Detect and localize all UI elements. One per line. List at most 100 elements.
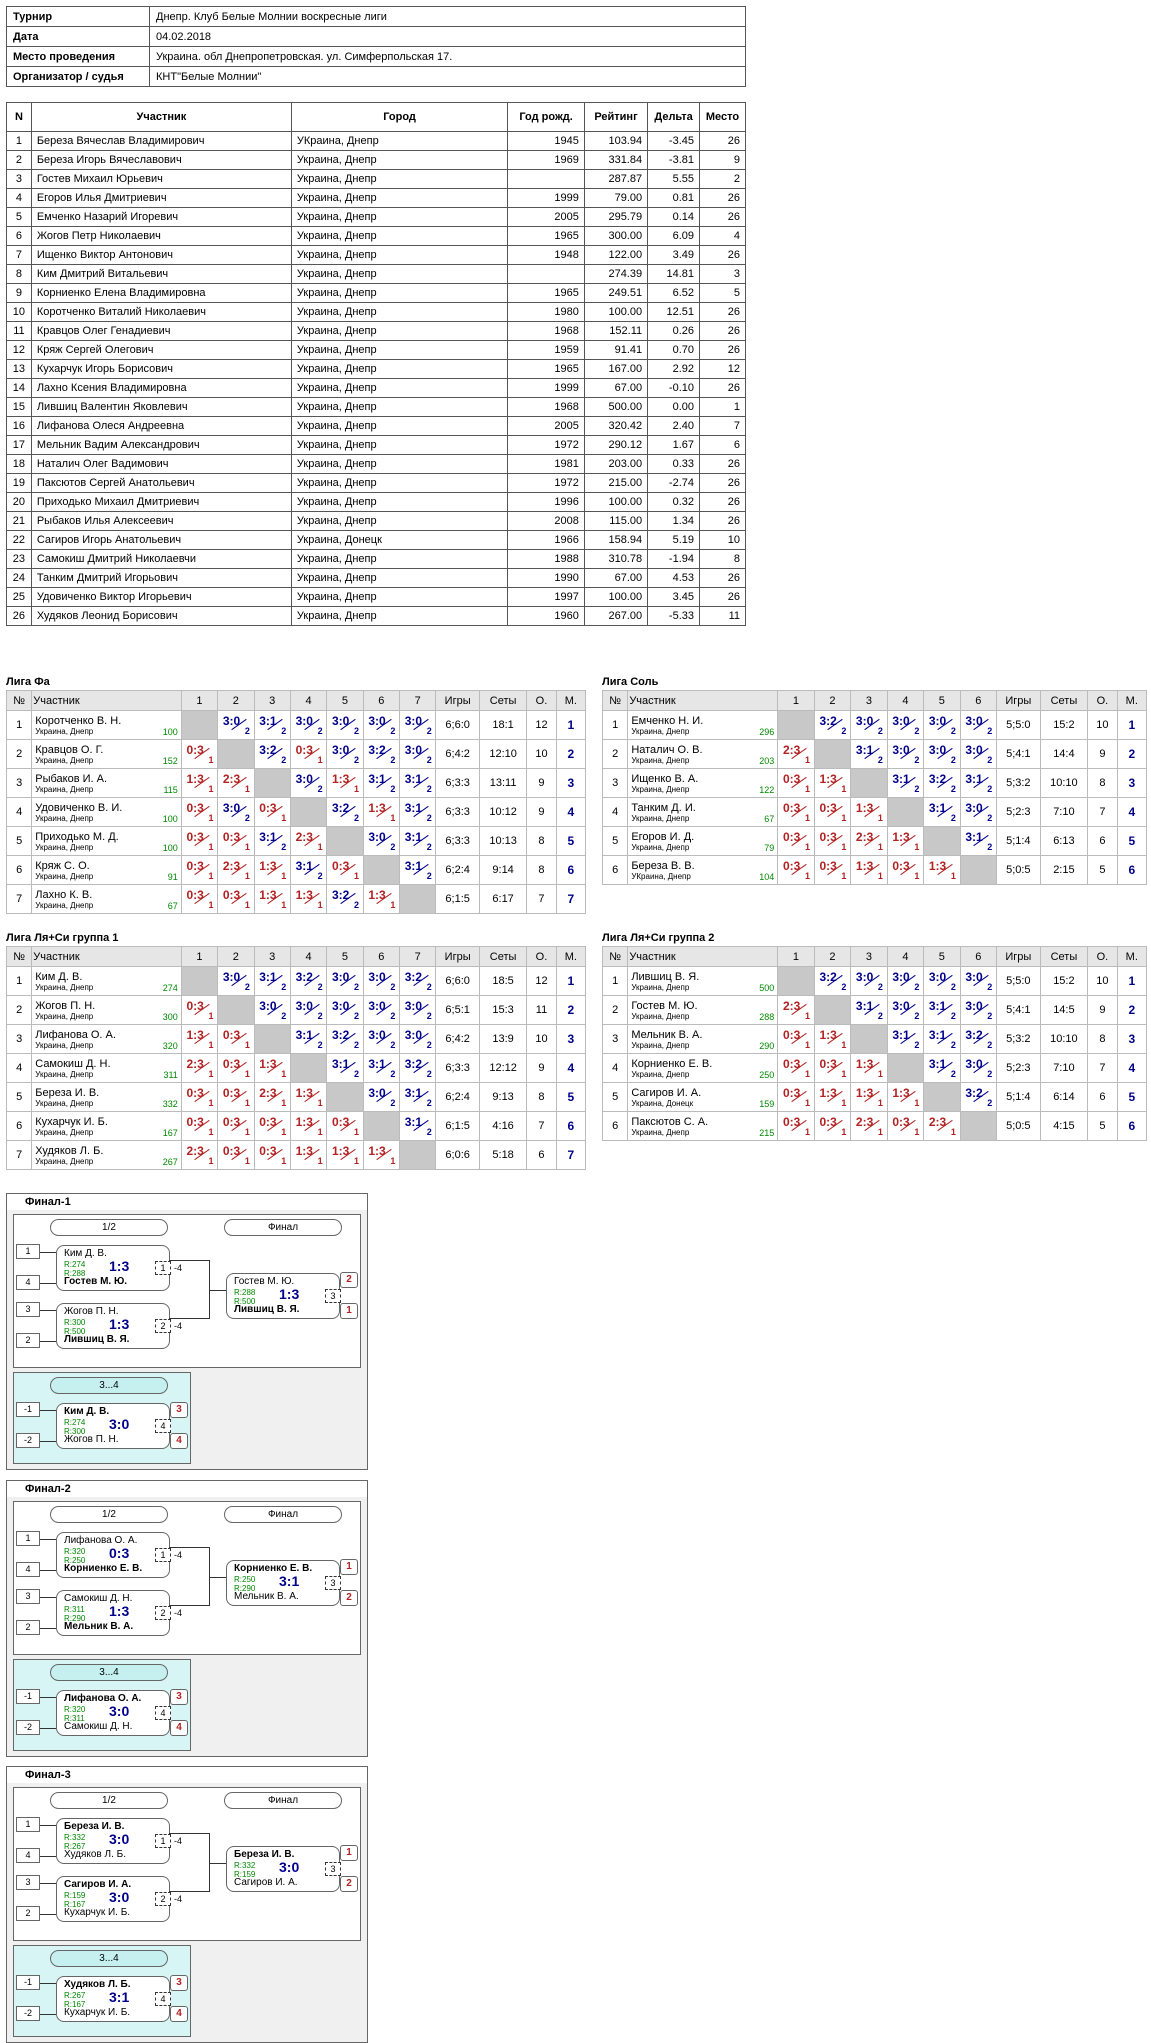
- result-score: 3:0 2: [294, 770, 324, 794]
- info-row: Место проведения Украина. обл Днепропетро…: [6, 46, 746, 67]
- bracket-line: [40, 1883, 56, 1884]
- match-points: 1: [804, 870, 810, 881]
- table-cell: 8: [699, 549, 746, 569]
- match-result: 3:2 2: [399, 1053, 437, 1083]
- result-score: 1:3 1: [890, 1084, 920, 1108]
- participant-city: Украина, Днепр: [35, 755, 94, 765]
- table-cell: 1980: [507, 302, 585, 322]
- points-cell: 11: [526, 995, 557, 1025]
- match-result: 1:3 1: [923, 855, 961, 885]
- match-points: 2: [914, 1039, 920, 1050]
- row-number: 1: [5, 966, 33, 996]
- result-score: 3:2 2: [366, 741, 396, 765]
- participant-cell: Корниенко Е. В. Украина, Днепр 250: [627, 1053, 779, 1083]
- col-opponent: 3: [253, 690, 291, 711]
- table-row: 26 Худяков Леонид Борисович Украина, Днепр…: [6, 606, 746, 626]
- result-score: 1:3 1: [294, 1142, 324, 1166]
- place-cell: 3: [1116, 768, 1148, 798]
- sets-cell: 15:2: [1039, 966, 1089, 996]
- rating-top: R:320: [64, 1547, 86, 1556]
- seed-top: 3: [16, 1589, 40, 1604]
- games-cell: 6;4:2: [435, 739, 480, 769]
- result-score: 3:1 2: [403, 857, 433, 881]
- self-cell: [886, 1053, 925, 1083]
- result-score: 3:0 2: [403, 1026, 433, 1050]
- match-result: 3:0 2: [923, 739, 961, 769]
- place-cell: 6: [1116, 855, 1148, 885]
- result-score: 0:3 1: [184, 799, 214, 823]
- sets-cell: 7:10: [1039, 797, 1089, 827]
- row-number: 5: [601, 1082, 629, 1112]
- table-row: 11 Кравцов Олег Генадиевич Украина, Днепр 1…: [6, 321, 746, 341]
- result-score: 3:1 2: [927, 1055, 957, 1079]
- table-cell: 1968: [507, 397, 585, 417]
- participant-rating: 167: [162, 1128, 178, 1138]
- match-result: 2:3 1: [217, 855, 255, 885]
- participants-table: N Участник Город Год рожд. Рейтинг Дельта Мест…: [6, 102, 746, 626]
- row-number: 6: [5, 1111, 33, 1141]
- match-points: 1: [208, 1126, 214, 1137]
- self-cell: [850, 768, 888, 798]
- match-result: 3:1 2: [362, 768, 401, 798]
- match-points: 2: [317, 725, 323, 736]
- table-cell: 0.14: [647, 207, 700, 227]
- participant-rating: 159: [759, 1099, 775, 1109]
- bracket-match: Ким Д. В. R:274 R:300 Жогов П. Н. 3:0: [56, 1403, 170, 1449]
- points-cell: 8: [526, 855, 557, 885]
- table-cell: 3: [6, 169, 32, 189]
- match-result: 3:1 2: [399, 1082, 437, 1112]
- match-points: 2: [317, 1039, 323, 1050]
- result-score: 3:1 2: [257, 968, 287, 992]
- final-title: Финал-1: [7, 1194, 367, 1210]
- table-cell: 20: [6, 492, 32, 512]
- match-result: 1:3 1: [180, 1024, 219, 1054]
- col-points: О.: [1087, 690, 1118, 711]
- games-cell: 6;5:1: [435, 995, 480, 1025]
- info-key: Организатор / судья: [6, 66, 150, 87]
- table-cell: 1997: [507, 587, 585, 607]
- match-result: 1:3 1: [289, 1140, 328, 1170]
- points-cell: 7: [526, 1111, 557, 1141]
- match-result: 3:1 2: [253, 826, 291, 856]
- table-row: 15 Лившиц Валентин Яковлевич Украина, Днеп…: [6, 397, 746, 417]
- match-result: 3:0 2: [326, 995, 364, 1025]
- participant-city: Украина, Днепр: [631, 755, 690, 765]
- result-score: 3:0 2: [330, 741, 360, 765]
- league-row: 7 Худяков Л. Б. Украина, Днепр 267 2:3 1 0:3 1 0…: [5, 1140, 587, 1170]
- table-cell: 21: [6, 511, 32, 531]
- result-score: 1:3 1: [854, 857, 884, 881]
- match-points: 2: [987, 1097, 993, 1108]
- match-points: 1: [841, 841, 847, 852]
- match-result: 3:1 2: [850, 739, 888, 769]
- result-score: 3:2 2: [817, 968, 847, 992]
- participant-name: Лахно К. В.: [35, 888, 93, 901]
- table-row: 16 Лифанова Олеся Андреевна Украина, Днепр…: [6, 416, 746, 436]
- col-place: М.: [555, 946, 587, 967]
- match-points: 1: [841, 812, 847, 823]
- self-cell: [289, 797, 328, 827]
- match-points: 2: [426, 841, 432, 852]
- sets-cell: 15:3: [478, 995, 528, 1025]
- table-cell: 215.00: [583, 473, 649, 493]
- participant-rating: 274: [162, 983, 178, 993]
- match-points: 1: [804, 1039, 810, 1050]
- participant-city: Украина, Днепр: [631, 1040, 690, 1050]
- table-cell: 300.00: [583, 226, 649, 246]
- participant-name: Лившиц В. Я.: [631, 970, 700, 983]
- table-cell: Украина, Донецк: [290, 530, 509, 550]
- match-points: 1: [317, 899, 323, 910]
- result-score: 1:3 1: [184, 770, 214, 794]
- table-cell: Лахно Ксения Владимировна: [30, 378, 292, 398]
- result-score: 3:1 2: [257, 712, 287, 736]
- table-cell: 0.33: [647, 454, 700, 474]
- sets-cell: 12:10: [478, 739, 528, 769]
- match-result: 3:0 2: [886, 966, 925, 996]
- match-points: 1: [281, 899, 287, 910]
- player-bottom: Жогов П. Н.: [64, 1434, 119, 1445]
- match-result: 2:3 1: [850, 1111, 888, 1141]
- participant-city: Украина, Днепр: [631, 813, 690, 823]
- place-cell: 1: [1116, 966, 1148, 996]
- match-points: 2: [914, 754, 920, 765]
- match-result: 3:0 2: [289, 710, 328, 740]
- match-result: 0:3 1: [326, 1111, 364, 1141]
